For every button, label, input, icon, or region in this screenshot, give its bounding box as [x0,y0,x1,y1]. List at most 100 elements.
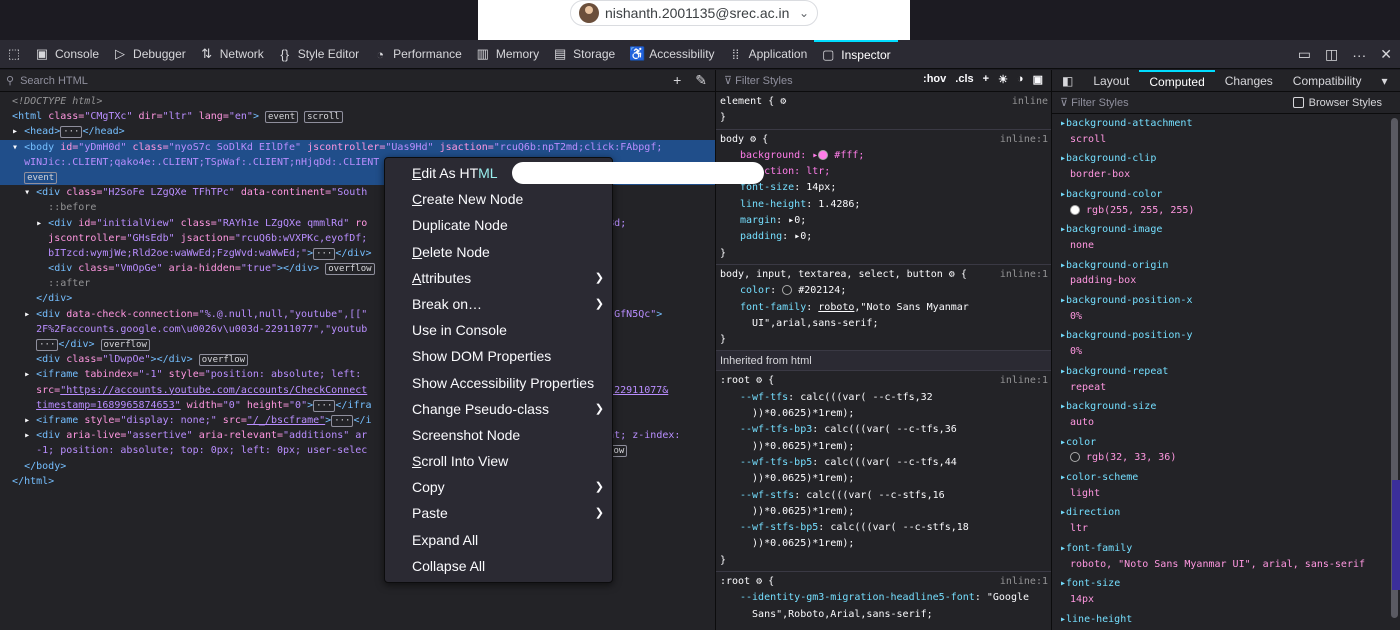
rule-root: :root ⚙ {inline:1 --wf-tfs: calc(((var( … [716,371,1051,573]
toggle-sidebar-icon[interactable]: ◧ [1052,70,1083,92]
debugger-icon: ▷ [115,46,126,61]
menu-item-screenshot-node[interactable]: Screenshot Node [385,422,612,448]
tree-line[interactable]: <!DOCTYPE html> [0,94,715,109]
event-badge[interactable]: event [265,111,299,124]
computed-prop[interactable]: ▸background-clip border-box [1052,149,1400,184]
tab-compatibility[interactable]: Compatibility [1283,70,1372,92]
computed-prop[interactable]: ▸line-height [1052,610,1400,626]
checkbox-label: Browser Styles [1308,96,1382,109]
rules-pane: ⊽ Filter Styles :hov .cls + ☀ ◑ ▣ elemen… [716,70,1052,630]
more-badge[interactable]: ··· [313,247,336,260]
computed-prop[interactable]: ▸background-size auto [1052,397,1400,432]
tab-style-editor[interactable]: {} Style Editor [271,40,366,69]
tab-network[interactable]: ⇅ Network [193,40,271,69]
performance-icon: ◔ [376,46,385,62]
menu-item-show-dom-properties[interactable]: Show DOM Properties [385,343,612,369]
tab-memory[interactable]: ▥ Memory [469,40,546,69]
cls-toggle[interactable]: .cls [955,73,973,86]
tab-label: Application [748,47,808,61]
dark-mode-icon[interactable]: ◑ [1017,73,1024,86]
tree-line[interactable]: ▸ <head> ··· </head> [0,124,715,139]
computed-prop[interactable]: ▸font-family roboto, "Noto Sans Myanmar U… [1052,539,1400,574]
computed-prop[interactable]: ▸background-image none [1052,220,1400,255]
menu-item-use-in-console[interactable]: Use in Console [385,317,612,343]
more-options-icon[interactable]: ··· [1352,47,1366,63]
network-icon: ⇅ [201,46,213,61]
light-mode-icon[interactable]: ☀ [998,73,1008,86]
tab-application[interactable]: ⁞⁞ Application [722,40,815,69]
computed-prop[interactable]: ▸background-color rgb(255, 255, 255) [1052,185,1400,220]
more-badge[interactable]: ··· [60,126,83,139]
rule-source[interactable]: inline:1 [1000,267,1048,283]
menu-item-create-new-node[interactable]: Create New Node [385,186,612,212]
rule-source[interactable]: inline [1012,94,1048,110]
pick-element-icon: ⬚ [7,46,21,61]
tree-line-selected[interactable]: ▾ <body id="yDmH0d" class="nyoS7c SoDlKd… [0,139,715,155]
computed-prop[interactable]: ▸background-attachment scroll [1052,114,1400,149]
tab-label: Debugger [133,47,186,61]
overflow-badge[interactable]: overflow [198,354,249,367]
menu-item-expand-all[interactable]: Expand All [385,527,612,553]
add-rule-icon[interactable]: + [983,73,989,86]
tree-line[interactable]: <html class="CMgTXc" dir="ltr" lang="en"… [0,109,715,124]
browser-styles-checkbox[interactable]: Browser Styles [1292,96,1382,109]
menu-item-scroll-into-view[interactable]: Scroll Into View [385,448,612,474]
account-chip[interactable]: nishanth.2001135@srec.ac.in ⌄ [570,0,818,26]
more-badge[interactable]: ··· [313,399,336,412]
overflow-badge[interactable]: overflow [100,339,150,351]
tab-computed[interactable]: Computed [1139,69,1215,92]
print-media-icon[interactable]: ▣ [1033,73,1043,86]
checkbox[interactable] [1292,97,1304,108]
rule-source[interactable]: inline:1 [1000,373,1048,389]
computed-prop[interactable]: ▸background-repeat repeat [1052,362,1400,397]
overflow-badge[interactable]: overflow [325,263,375,276]
menu-item-change-pseudo-class[interactable]: Change Pseudo-class ❯ [385,396,612,422]
menu-item-paste[interactable]: Paste ❯ [385,500,612,526]
menu-item-attributes[interactable]: Attributes ❯ [385,265,612,291]
menu-item-break-on[interactable]: Break on… ❯ [385,291,612,317]
sidebar-tabs: ◧ Layout Computed Changes Compatibility … [1052,69,1400,92]
computed-prop[interactable]: ▸color rgb(32, 33, 36) [1052,433,1400,468]
computed-prop[interactable]: ▸color-scheme light [1052,468,1400,503]
computed-prop[interactable]: ▸font-size 14px [1052,574,1400,609]
tab-console[interactable]: ▣ Console [28,40,106,69]
dock-icon[interactable]: ◫ [1325,46,1338,63]
search-input[interactable]: Search HTML [20,75,88,87]
doctype: <!DOCTYPE html> [12,96,103,107]
tab-inspector[interactable]: ▢ Inspector [814,39,898,69]
tab-storage[interactable]: ▤ Storage [546,40,622,69]
add-node-icon[interactable]: + [673,72,681,89]
computed-prop[interactable]: ▸background-origin padding-box [1052,256,1400,291]
filter-styles-input[interactable]: Filter Styles [735,75,792,87]
tab-accessibility[interactable]: ♿ Accessibility [622,40,721,69]
menu-item-copy[interactable]: Copy ❯ [385,474,612,500]
computed-prop[interactable]: ▸direction ltr [1052,503,1400,538]
tab-layout[interactable]: Layout [1083,70,1139,92]
scroll-badge[interactable]: scroll [304,111,343,124]
menu-item-collapse-all[interactable]: Collapse All [385,553,612,579]
computed-prop[interactable]: ▸background-position-x 0% [1052,291,1400,326]
more-badge[interactable]: ··· [36,339,59,351]
pick-element-button[interactable]: ⬚ [0,40,28,69]
tab-debugger[interactable]: ▷ Debugger [106,40,193,69]
accessibility-icon: ♿ [629,46,646,61]
tabs-overflow-icon[interactable]: ▾ [1372,70,1398,92]
eyedropper-icon[interactable]: ✎ [695,72,707,89]
computed-list: ▸background-attachment scroll ▸background… [1052,114,1400,626]
menu-item-duplicate-node[interactable]: Duplicate Node [385,212,612,238]
submenu-arrow-icon: ❯ [594,297,604,310]
tab-performance[interactable]: ◔ Performance [366,40,469,69]
tab-label: Accessibility [649,47,715,61]
event-badge[interactable]: event [24,171,58,184]
rule-source[interactable]: inline:1 [1000,132,1048,148]
rule-source[interactable]: inline:1 [1000,574,1048,590]
close-icon[interactable]: ✕ [1380,46,1392,63]
menu-item-show-accessibility-properties[interactable]: Show Accessibility Properties [385,370,612,396]
responsive-design-icon[interactable]: ▭ [1298,46,1311,63]
tab-changes[interactable]: Changes [1215,70,1283,92]
more-badge[interactable]: ··· [331,414,354,427]
computed-filter-input[interactable]: Filter Styles [1071,97,1128,109]
hov-toggle[interactable]: :hov [923,73,946,86]
computed-prop[interactable]: ▸background-position-y 0% [1052,326,1400,361]
menu-item-delete-node[interactable]: Delete Node [385,239,612,265]
